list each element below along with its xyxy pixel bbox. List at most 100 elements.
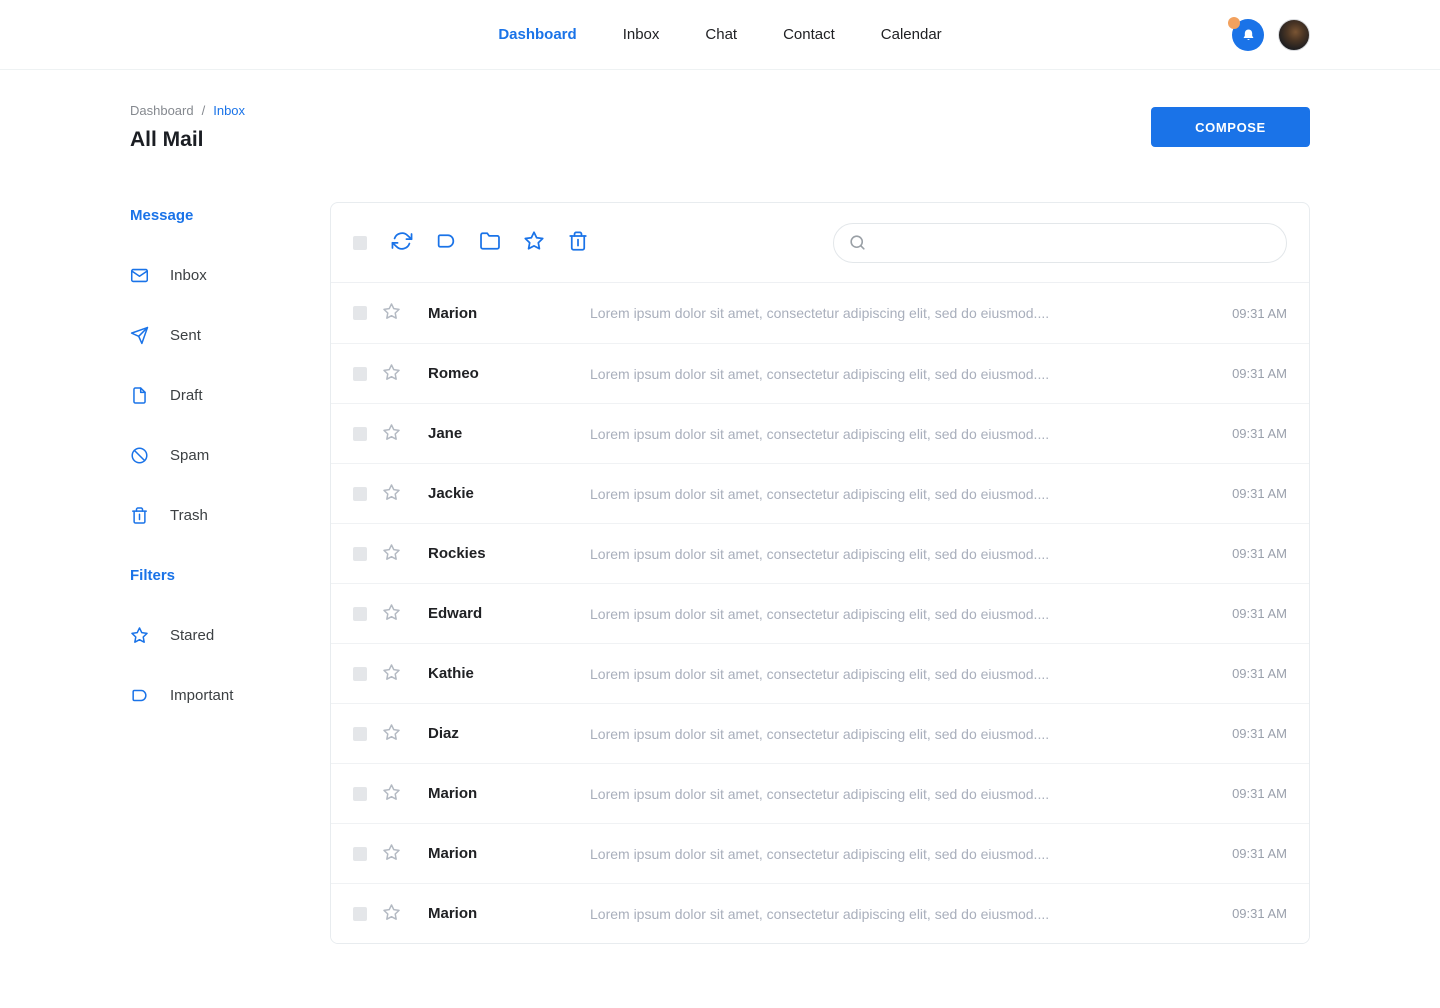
draft-icon	[130, 386, 149, 405]
mail-row[interactable]: JaneLorem ipsum dolor sit amet, consecte…	[331, 403, 1309, 463]
mail-row[interactable]: MarionLorem ipsum dolor sit amet, consec…	[331, 283, 1309, 343]
star-icon	[382, 423, 401, 445]
toolbar-folder-button[interactable]	[479, 230, 501, 255]
mail-time: 09:31 AM	[1197, 486, 1287, 501]
mail-row[interactable]: RomeoLorem ipsum dolor sit amet, consect…	[331, 343, 1309, 403]
sidebar-filter-list: Stared Important	[130, 605, 330, 725]
row-checkbox[interactable]	[353, 787, 367, 801]
row-star-button[interactable]	[382, 423, 401, 445]
breadcrumb-inbox[interactable]: Inbox	[213, 103, 245, 118]
sidebar: Message InboxSentDraftSpamTrash Filters …	[130, 202, 330, 725]
search-input[interactable]	[877, 235, 1272, 251]
row-checkbox[interactable]	[353, 547, 367, 561]
star-icon	[382, 603, 401, 625]
row-checkbox[interactable]	[353, 667, 367, 681]
user-avatar[interactable]	[1278, 19, 1310, 51]
sidebar-item-important[interactable]: Important	[130, 665, 330, 725]
mail-time: 09:31 AM	[1197, 366, 1287, 381]
mail-row[interactable]: MarionLorem ipsum dolor sit amet, consec…	[331, 823, 1309, 883]
nav-item-contact[interactable]: Contact	[783, 26, 835, 43]
mail-sender: Marion	[410, 845, 590, 862]
mail-row[interactable]: MarionLorem ipsum dolor sit amet, consec…	[331, 763, 1309, 823]
folder-icon	[479, 230, 501, 255]
sidebar-item-label: Trash	[170, 507, 208, 524]
search-icon	[848, 233, 867, 252]
bell-icon	[1240, 27, 1257, 44]
row-checkbox[interactable]	[353, 907, 367, 921]
mail-sender: Marion	[410, 905, 590, 922]
select-all-checkbox[interactable]	[353, 236, 367, 250]
row-checkbox[interactable]	[353, 847, 367, 861]
sidebar-item-label: Draft	[170, 387, 203, 404]
star-icon	[382, 543, 401, 565]
breadcrumb: Dashboard / Inbox	[130, 103, 245, 118]
sidebar-item-sent[interactable]: Sent	[130, 305, 330, 365]
row-star-button[interactable]	[382, 483, 401, 505]
toolbar-refresh-button[interactable]	[391, 230, 413, 255]
toolbar-star-button[interactable]	[523, 230, 545, 255]
sidebar-item-trash[interactable]: Trash	[130, 485, 330, 545]
row-star-button[interactable]	[382, 843, 401, 865]
mail-row[interactable]: DiazLorem ipsum dolor sit amet, consecte…	[331, 703, 1309, 763]
mail-row[interactable]: KathieLorem ipsum dolor sit amet, consec…	[331, 643, 1309, 703]
row-checkbox[interactable]	[353, 487, 367, 501]
nav-item-calendar[interactable]: Calendar	[881, 26, 942, 43]
mail-preview: Lorem ipsum dolor sit amet, consectetur …	[590, 546, 1197, 562]
mail-row[interactable]: RockiesLorem ipsum dolor sit amet, conse…	[331, 523, 1309, 583]
sidebar-item-label: Sent	[170, 327, 201, 344]
sidebar-item-draft[interactable]: Draft	[130, 365, 330, 425]
mail-row[interactable]: MarionLorem ipsum dolor sit amet, consec…	[331, 883, 1309, 943]
row-star-button[interactable]	[382, 302, 401, 324]
mail-row[interactable]: JackieLorem ipsum dolor sit amet, consec…	[331, 463, 1309, 523]
row-checkbox[interactable]	[353, 306, 367, 320]
star-icon	[382, 363, 401, 385]
mail-time: 09:31 AM	[1197, 846, 1287, 861]
row-star-button[interactable]	[382, 723, 401, 745]
refresh-icon	[391, 230, 413, 255]
row-star-button[interactable]	[382, 783, 401, 805]
mail-preview: Lorem ipsum dolor sit amet, consectetur …	[590, 726, 1197, 742]
top-nav: Dashboard Inbox Chat Contact Calendar	[0, 0, 1440, 70]
nav-item-inbox[interactable]: Inbox	[623, 26, 660, 43]
mail-icon	[130, 266, 149, 285]
mail-preview: Lorem ipsum dolor sit amet, consectetur …	[590, 366, 1197, 382]
row-star-button[interactable]	[382, 363, 401, 385]
row-star-button[interactable]	[382, 603, 401, 625]
mail-toolbar	[331, 203, 1309, 283]
mail-sender: Jane	[410, 425, 590, 442]
star-icon	[382, 843, 401, 865]
row-checkbox[interactable]	[353, 427, 367, 441]
mail-row[interactable]: EdwardLorem ipsum dolor sit amet, consec…	[331, 583, 1309, 643]
trash-icon	[567, 230, 589, 255]
sidebar-item-stared[interactable]: Stared	[130, 605, 330, 665]
spam-icon	[130, 446, 149, 465]
mail-sender: Marion	[410, 785, 590, 802]
page: Dashboard / Inbox All Mail COMPOSE Messa…	[0, 103, 1440, 944]
toolbar-label-button[interactable]	[435, 230, 457, 255]
sidebar-item-label: Spam	[170, 447, 209, 464]
row-checkbox[interactable]	[353, 727, 367, 741]
nav-item-chat[interactable]: Chat	[705, 26, 737, 43]
mail-preview: Lorem ipsum dolor sit amet, consectetur …	[590, 606, 1197, 622]
label-icon	[435, 230, 457, 255]
notification-dot	[1228, 17, 1240, 29]
mail-sender: Romeo	[410, 365, 590, 382]
sidebar-item-spam[interactable]: Spam	[130, 425, 330, 485]
mail-preview: Lorem ipsum dolor sit amet, consectetur …	[590, 846, 1197, 862]
row-checkbox[interactable]	[353, 367, 367, 381]
breadcrumb-dashboard[interactable]: Dashboard	[130, 103, 194, 118]
sidebar-item-inbox[interactable]: Inbox	[130, 245, 330, 305]
notification-button[interactable]	[1232, 19, 1264, 51]
nav-item-dashboard[interactable]: Dashboard	[498, 26, 576, 43]
mail-sender: Diaz	[410, 725, 590, 742]
star-icon	[523, 230, 545, 255]
mail-preview: Lorem ipsum dolor sit amet, consectetur …	[590, 666, 1197, 682]
compose-button[interactable]: COMPOSE	[1151, 107, 1310, 147]
mail-preview: Lorem ipsum dolor sit amet, consectetur …	[590, 786, 1197, 802]
row-star-button[interactable]	[382, 543, 401, 565]
toolbar-trash-button[interactable]	[567, 230, 589, 255]
row-star-button[interactable]	[382, 663, 401, 685]
row-star-button[interactable]	[382, 903, 401, 925]
row-checkbox[interactable]	[353, 607, 367, 621]
sidebar-item-label: Important	[170, 687, 233, 704]
